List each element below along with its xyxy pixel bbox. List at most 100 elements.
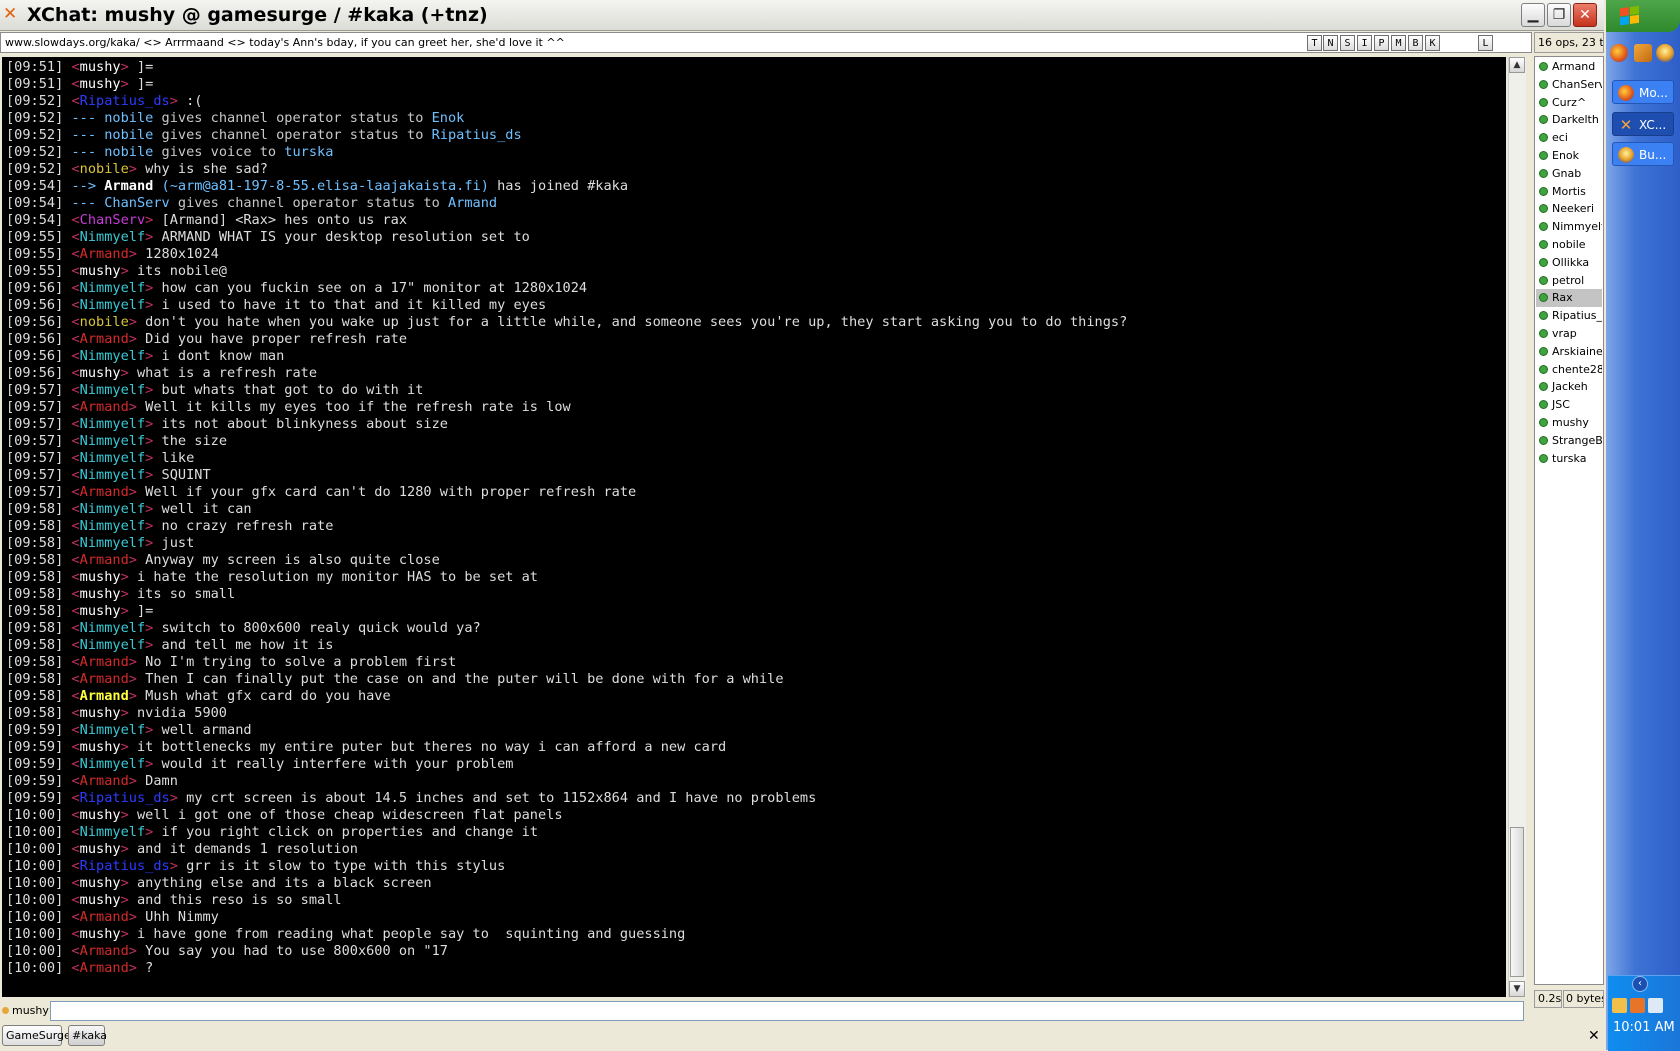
nick-nimmyelf[interactable]: Nimmyelf [80, 824, 145, 840]
nick-armand[interactable]: Armand [80, 484, 129, 500]
user-list-item[interactable]: nobile [1536, 236, 1602, 254]
chat-area[interactable]: [09:51] <mushy> ]= [09:51] <mushy> ]= [09:… [2, 57, 1506, 997]
nick-nimmyelf[interactable]: Nimmyelf [80, 501, 145, 517]
nick-armand[interactable]: Armand [80, 331, 129, 347]
scroll-down-button[interactable]: ▼ [1509, 981, 1525, 997]
user-list[interactable]: Armand ChanServ Curz^ Darkelth eci Enok Gnab Mo… [1534, 56, 1604, 985]
title-bar[interactable]: ✕ XChat: mushy @ gamesurge / #kaka (+tnz… [0, 0, 1604, 31]
nick-mushy[interactable]: mushy [80, 807, 121, 823]
taskbar-item-mozilla[interactable]: Mo... [1612, 80, 1674, 104]
nick-nimmyelf[interactable]: Nimmyelf [80, 348, 145, 364]
user-list-item[interactable]: turska [1536, 450, 1602, 468]
nick-mushy[interactable]: mushy [80, 59, 121, 75]
nick-ripatius_ds[interactable]: Ripatius_ds [80, 858, 170, 874]
user-list-item[interactable]: eci [1536, 129, 1602, 147]
nick-armand[interactable]: Armand [80, 688, 129, 704]
mode-button-b[interactable]: B [1408, 35, 1423, 51]
taskbar-item-xchat[interactable]: ✕ XC... [1612, 112, 1674, 136]
nick-nimmyelf[interactable]: Nimmyelf [80, 722, 145, 738]
user-list-item[interactable]: Curz^ [1536, 94, 1602, 112]
taskbar-item-buddy[interactable]: Bu... [1612, 142, 1674, 166]
user-list-item[interactable]: Ripatius_ds [1536, 307, 1602, 325]
nick-ripatius_ds[interactable]: Ripatius_ds [80, 93, 170, 109]
nick-nimmyelf[interactable]: Nimmyelf [80, 620, 145, 636]
nick-button[interactable]: mushy [0, 1001, 49, 1021]
scroll-thumb[interactable] [1510, 827, 1524, 977]
nick-mushy[interactable]: mushy [80, 586, 121, 602]
nick-nimmyelf[interactable]: Nimmyelf [80, 382, 145, 398]
nick-nimmyelf[interactable]: Nimmyelf [80, 297, 145, 313]
nick-mushy[interactable]: mushy [80, 569, 121, 585]
chat-scrollbar[interactable]: ▲ ▼ [1508, 57, 1526, 997]
user-list-item[interactable]: Gnab [1536, 165, 1602, 183]
mode-button-n[interactable]: N [1323, 35, 1338, 51]
nick-armand[interactable]: Armand [80, 246, 129, 262]
event-target[interactable]: Enok [432, 110, 465, 126]
nick-nobile[interactable]: nobile [80, 314, 129, 330]
event-target[interactable]: Ripatius_ds [432, 127, 522, 143]
nick-mushy[interactable]: mushy [80, 841, 121, 857]
maximize-button[interactable]: ❐ [1547, 3, 1571, 27]
nick-nimmyelf[interactable]: Nimmyelf [80, 416, 145, 432]
nick-nimmyelf[interactable]: Nimmyelf [80, 518, 145, 534]
user-list-item[interactable]: Neekeri [1536, 200, 1602, 218]
nick-armand[interactable]: Armand [80, 960, 129, 976]
nick-mushy[interactable]: mushy [80, 926, 121, 942]
nick-armand[interactable]: Armand [80, 552, 129, 568]
user-list-item[interactable]: StrangeBrew [1536, 432, 1602, 450]
mode-button-t[interactable]: T [1307, 35, 1322, 51]
nick-nimmyelf[interactable]: Nimmyelf [80, 450, 145, 466]
user-list-item[interactable]: JSC [1536, 396, 1602, 414]
user-list-item[interactable]: mushy [1536, 414, 1602, 432]
minimize-button[interactable]: ▁ [1521, 3, 1545, 27]
user-list-item[interactable]: Armand [1536, 58, 1602, 76]
user-list-item[interactable]: Ollikka [1536, 254, 1602, 272]
tab-kaka[interactable]: #kaka [68, 1025, 107, 1046]
event-actor[interactable]: nobile [104, 127, 153, 143]
xchat-quicklaunch-icon[interactable] [1634, 44, 1652, 62]
nick-armand[interactable]: Armand [80, 671, 129, 687]
event-actor[interactable]: nobile [104, 144, 153, 160]
user-list-item[interactable]: Mortis [1536, 183, 1602, 201]
nick-mushy[interactable]: mushy [80, 76, 121, 92]
tray-mail-icon[interactable] [1648, 998, 1663, 1013]
start-button[interactable] [1606, 0, 1680, 32]
mode-button-m[interactable]: M [1391, 35, 1406, 51]
nick-mushy[interactable]: mushy [80, 603, 121, 619]
nick-nimmyelf[interactable]: Nimmyelf [80, 467, 145, 483]
nick-chanserv[interactable]: ChanServ [80, 212, 145, 228]
user-list-item[interactable]: Darkelth [1536, 111, 1602, 129]
nick-armand[interactable]: Armand [80, 654, 129, 670]
scroll-up-button[interactable]: ▲ [1509, 57, 1525, 73]
nick-nimmyelf[interactable]: Nimmyelf [80, 535, 145, 551]
user-list-item[interactable]: Arskiainen [1536, 343, 1602, 361]
user-list-item[interactable]: petrol [1536, 272, 1602, 290]
nick-nimmyelf[interactable]: Nimmyelf [80, 637, 145, 653]
join-nick[interactable]: Armand [104, 178, 153, 194]
mode-button-p[interactable]: P [1374, 35, 1389, 51]
tray-expand-icon[interactable]: ‹ [1632, 976, 1648, 992]
mode-button-i[interactable]: I [1357, 35, 1372, 51]
nick-mushy[interactable]: mushy [80, 875, 121, 891]
user-list-item[interactable]: Rax [1536, 289, 1602, 308]
xchat-x-icon[interactable]: ✕ [3, 4, 19, 24]
event-target[interactable]: turska [284, 144, 333, 160]
nick-nimmyelf[interactable]: Nimmyelf [80, 280, 145, 296]
tray-user-icon[interactable] [1612, 998, 1627, 1013]
mode-button-k[interactable]: K [1425, 35, 1440, 51]
event-actor[interactable]: ChanServ [104, 195, 169, 211]
nick-mushy[interactable]: mushy [80, 892, 121, 908]
user-list-item[interactable]: chente28 [1536, 361, 1602, 379]
nick-armand[interactable]: Armand [80, 399, 129, 415]
tray-xchat-icon[interactable] [1630, 998, 1645, 1013]
nick-nimmyelf[interactable]: Nimmyelf [80, 756, 145, 772]
nick-armand[interactable]: Armand [80, 943, 129, 959]
user-list-item[interactable]: ChanServ [1536, 76, 1602, 94]
nick-nobile[interactable]: nobile [80, 161, 129, 177]
user-list-item[interactable]: vrap [1536, 325, 1602, 343]
mode-button-l[interactable]: L [1478, 35, 1493, 51]
user-list-item[interactable]: Jackeh [1536, 378, 1602, 396]
nick-nimmyelf[interactable]: Nimmyelf [80, 433, 145, 449]
nick-mushy[interactable]: mushy [80, 263, 121, 279]
mode-button-s[interactable]: S [1340, 35, 1355, 51]
